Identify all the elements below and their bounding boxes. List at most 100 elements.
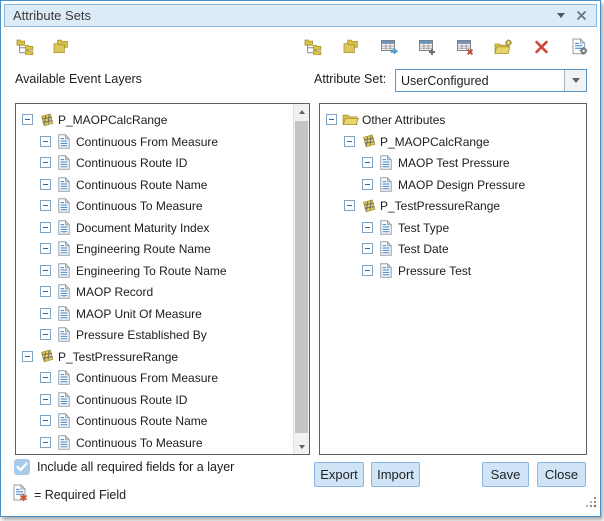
new-attribute-set-icon[interactable] bbox=[494, 37, 513, 56]
field-icon bbox=[55, 177, 73, 192]
vertical-scrollbar[interactable] bbox=[293, 104, 309, 454]
folder-open-icon bbox=[341, 113, 359, 126]
include-required-fields-checkbox[interactable] bbox=[14, 459, 30, 475]
collapse-toggle-icon[interactable] bbox=[344, 136, 355, 147]
remove-attribute-row-icon[interactable] bbox=[456, 37, 475, 56]
add-attribute-row-icon[interactable] bbox=[418, 37, 437, 56]
tree-item-label: Test Type bbox=[398, 220, 449, 235]
close-icon[interactable] bbox=[576, 10, 587, 21]
scroll-down-button[interactable] bbox=[294, 439, 309, 454]
tree-item[interactable]: Document Maturity Index bbox=[16, 217, 309, 239]
collapse-toggle-icon[interactable] bbox=[40, 415, 51, 426]
triangle-up-icon bbox=[299, 110, 305, 114]
tree-item[interactable]: Engineering To Route Name bbox=[16, 260, 309, 282]
tree-item-label: P_TestPressureRange bbox=[380, 198, 500, 213]
tree-item-label: P_MAOPCalcRange bbox=[380, 134, 489, 149]
titlebar[interactable]: Attribute Sets bbox=[4, 4, 597, 27]
collapse-event-layers-icon[interactable] bbox=[52, 37, 71, 56]
tree-item[interactable]: MAOP Design Pressure bbox=[320, 174, 586, 196]
include-required-fields-label: Include all required fields for a layer bbox=[37, 460, 234, 474]
tree-item[interactable]: Continuous From Measure bbox=[16, 367, 309, 389]
event-icon bbox=[359, 199, 377, 213]
collapse-toggle-icon[interactable] bbox=[22, 114, 33, 125]
tree-item[interactable]: P_MAOPCalcRange bbox=[320, 131, 586, 153]
tree-item[interactable]: Continuous Route Name bbox=[16, 410, 309, 432]
tree-item-label: Other Attributes bbox=[362, 112, 445, 127]
delete-attribute-set-icon[interactable] bbox=[532, 37, 551, 56]
collapse-toggle-icon[interactable] bbox=[362, 157, 373, 168]
scroll-up-button[interactable] bbox=[294, 104, 309, 119]
event-layers-toolbar bbox=[16, 37, 71, 56]
event-icon bbox=[37, 349, 55, 363]
tree-item[interactable]: Continuous Route Name bbox=[16, 174, 309, 196]
collapse-toggle-icon[interactable] bbox=[362, 243, 373, 254]
collapse-toggle-icon[interactable] bbox=[22, 351, 33, 362]
field-icon bbox=[55, 220, 73, 235]
field-icon bbox=[55, 263, 73, 278]
save-button[interactable]: Save bbox=[482, 462, 529, 487]
tree-item[interactable]: Pressure Established By bbox=[16, 324, 309, 346]
collapse-toggle-icon[interactable] bbox=[40, 286, 51, 297]
tree-item[interactable]: Pressure Test bbox=[320, 260, 586, 282]
dock-menu-icon[interactable] bbox=[557, 13, 565, 18]
dropdown-button[interactable] bbox=[564, 70, 586, 91]
tree-item-label: Continuous From Measure bbox=[76, 134, 218, 149]
field-icon bbox=[377, 220, 395, 235]
tree-item-label: Pressure Test bbox=[398, 263, 471, 278]
tree-item[interactable]: MAOP Test Pressure bbox=[320, 152, 586, 174]
collapse-toggle-icon[interactable] bbox=[40, 437, 51, 448]
expand-attribute-set-icon[interactable] bbox=[304, 37, 323, 56]
field-icon bbox=[55, 327, 73, 342]
tree-item[interactable]: Continuous To Measure bbox=[16, 432, 309, 454]
close-button[interactable]: Close bbox=[537, 462, 586, 487]
tree-item[interactable]: Test Type bbox=[320, 217, 586, 239]
tree-item[interactable]: Continuous Route ID bbox=[16, 152, 309, 174]
tree-item[interactable]: P_MAOPCalcRange bbox=[16, 109, 309, 131]
collapse-toggle-icon[interactable] bbox=[40, 394, 51, 405]
attribute-set-tree: Other Attributes P_MAOPCalcRange MAOP Test… bbox=[319, 103, 587, 455]
collapse-toggle-icon[interactable] bbox=[40, 222, 51, 233]
tree-item[interactable]: Engineering Route Name bbox=[16, 238, 309, 260]
tree-item-label: Continuous Route Name bbox=[76, 413, 207, 428]
collapse-toggle-icon[interactable] bbox=[344, 200, 355, 211]
tree-item[interactable]: Continuous From Measure bbox=[16, 131, 309, 153]
resize-grip[interactable] bbox=[584, 495, 597, 513]
collapse-toggle-icon[interactable] bbox=[40, 265, 51, 276]
collapse-toggle-icon[interactable] bbox=[362, 179, 373, 190]
attribute-sets-dialog: Attribute Sets Available Event Layers At… bbox=[0, 0, 601, 517]
collapse-attribute-set-icon[interactable] bbox=[342, 37, 361, 56]
expand-event-layers-icon[interactable] bbox=[16, 37, 35, 56]
tree-item[interactable]: MAOP Unit Of Measure bbox=[16, 303, 309, 325]
collapse-toggle-icon[interactable] bbox=[40, 136, 51, 147]
field-icon bbox=[55, 134, 73, 149]
tree-item[interactable]: Continuous To Measure bbox=[16, 195, 309, 217]
collapse-toggle-icon[interactable] bbox=[40, 372, 51, 383]
triangle-down-icon bbox=[299, 445, 305, 449]
collapse-toggle-icon[interactable] bbox=[40, 200, 51, 211]
collapse-toggle-icon[interactable] bbox=[362, 265, 373, 276]
export-button[interactable]: Export bbox=[314, 462, 364, 487]
tree-item-label: Continuous To Measure bbox=[76, 435, 203, 450]
collapse-toggle-icon[interactable] bbox=[326, 114, 337, 125]
tree-item[interactable]: Continuous Route ID bbox=[16, 389, 309, 411]
collapse-toggle-icon[interactable] bbox=[40, 243, 51, 254]
attribute-set-select[interactable]: UserConfigured bbox=[395, 69, 587, 92]
field-icon bbox=[55, 241, 73, 256]
collapse-toggle-icon[interactable] bbox=[40, 308, 51, 319]
tree-item[interactable]: Other Attributes bbox=[320, 109, 586, 131]
tree-item[interactable]: P_TestPressureRange bbox=[16, 346, 309, 368]
attribute-set-properties-icon[interactable] bbox=[570, 37, 589, 56]
tree-item[interactable]: Test Date bbox=[320, 238, 586, 260]
import-button[interactable]: Import bbox=[371, 462, 420, 487]
tree-item-label: P_MAOPCalcRange bbox=[58, 112, 167, 127]
tree-item[interactable]: P_TestPressureRange bbox=[320, 195, 586, 217]
tree-item-label: Continuous From Measure bbox=[76, 370, 218, 385]
tree-item[interactable]: MAOP Record bbox=[16, 281, 309, 303]
collapse-toggle-icon[interactable] bbox=[40, 179, 51, 190]
tree-item-label: MAOP Test Pressure bbox=[398, 155, 510, 170]
collapse-toggle-icon[interactable] bbox=[40, 157, 51, 168]
add-selected-fields-icon[interactable] bbox=[380, 37, 399, 56]
scrollbar-thumb[interactable] bbox=[295, 121, 308, 433]
collapse-toggle-icon[interactable] bbox=[40, 329, 51, 340]
collapse-toggle-icon[interactable] bbox=[362, 222, 373, 233]
